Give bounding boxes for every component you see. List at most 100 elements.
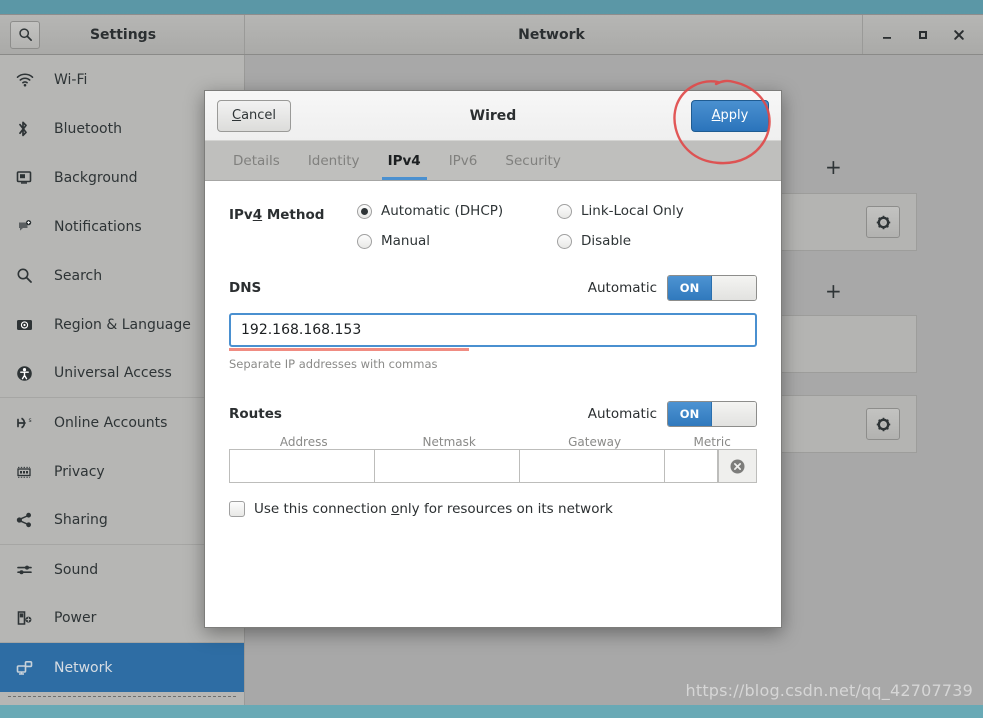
route-netmask-cell: [374, 450, 520, 482]
proxy-settings-button[interactable]: [866, 408, 900, 440]
checkbox-icon[interactable]: [229, 501, 245, 517]
sidebar-item-label: Privacy: [54, 463, 105, 480]
apply-label-rest: pply: [720, 108, 749, 123]
dns-heading: DNS: [229, 280, 262, 296]
search-button[interactable]: [10, 20, 40, 49]
tab-identity[interactable]: Identity: [294, 141, 374, 180]
tab-ipv4[interactable]: IPv4: [374, 141, 435, 180]
radio-disable[interactable]: Disable: [557, 233, 757, 249]
ipv4-method-label: IPv4 Method: [229, 203, 357, 223]
share-icon: [16, 510, 42, 530]
restrict-text-after: nly for resources on its network: [399, 501, 613, 517]
radio-mark-icon: [557, 203, 572, 219]
ipv4-method-row: IPv4 Method Automatic (DHCP) Link-Local …: [229, 203, 757, 249]
titlebar: Settings Network: [0, 15, 983, 55]
titlebar-right-section: Network: [245, 15, 983, 54]
routes-automatic-label: Automatic: [587, 406, 657, 422]
sidebar-item-label: Online Accounts: [54, 414, 168, 431]
bluetooth-icon: [16, 119, 42, 139]
wired-connection-dialog: Cancel Wired Apply Details Identity IPv4…: [204, 90, 782, 628]
sidebar-item-label: Sharing: [54, 512, 108, 528]
ipv4-tab-panel: IPv4 Method Automatic (DHCP) Link-Local …: [205, 181, 781, 627]
dns-section: DNS Automatic ON Separate IP addresses w…: [229, 275, 757, 371]
network-icon: [16, 658, 42, 678]
ipv4-method-accel-char: 4: [252, 207, 263, 223]
radio-mark-icon: [357, 233, 372, 249]
sidebar-item-label: Wi-Fi: [54, 71, 88, 88]
ipv4-method-label-prefix: IPv: [229, 207, 253, 223]
cancel-label-rest: ancel: [241, 108, 277, 123]
routes-toggle-knob: [712, 402, 756, 426]
ipv4-method-label-suffix: Method: [262, 207, 325, 223]
gear-icon: [876, 215, 890, 229]
tab-security[interactable]: Security: [491, 141, 574, 180]
route-metric-input[interactable]: [664, 450, 718, 482]
route-address-cell: [230, 450, 375, 482]
radio-automatic-dhcp[interactable]: Automatic (DHCP): [357, 203, 557, 219]
route-gateway-input[interactable]: [519, 450, 664, 482]
sidebar-item-label: Network: [54, 659, 113, 676]
routes-heading: Routes: [229, 406, 282, 422]
sidebar-item-label: Region & Language: [54, 316, 191, 333]
tab-ipv6[interactable]: IPv6: [435, 141, 492, 180]
route-gateway-cell: [519, 450, 665, 482]
sidebar-item-label: Power: [54, 610, 97, 626]
sidebar-item-label: Bluetooth: [54, 120, 122, 137]
battery-icon: [16, 608, 42, 628]
routes-column-headers: Address Netmask Gateway Metric: [229, 435, 757, 449]
routes-row: [229, 449, 757, 483]
dns-automatic-toggle[interactable]: ON: [667, 275, 757, 301]
sidebar-item-label: Universal Access: [54, 365, 172, 381]
cancel-button[interactable]: Cancel: [217, 99, 292, 132]
col-header-gateway: Gateway: [568, 435, 622, 449]
routes-automatic-toggle[interactable]: ON: [667, 401, 757, 427]
remove-circle-icon: [730, 459, 745, 473]
col-header-metric: Metric: [693, 435, 731, 449]
cancel-accel-char: C: [232, 108, 242, 123]
route-delete-button[interactable]: [718, 450, 756, 482]
notification-icon: [16, 217, 42, 237]
sidebar-item-label: Sound: [54, 561, 99, 578]
privacy-icon: [16, 462, 42, 482]
sidebar-item-label: Notifications: [54, 218, 142, 235]
route-netmask-input[interactable]: [374, 450, 519, 482]
tab-details[interactable]: Details: [219, 141, 294, 180]
radio-label: Link-Local Only: [581, 203, 684, 219]
route-address-input[interactable]: [230, 450, 374, 482]
panel-title: Network: [518, 26, 585, 43]
radio-manual[interactable]: Manual: [357, 233, 557, 249]
sidebar-item-label: Search: [54, 267, 103, 284]
routes-header-row: Routes Automatic ON: [229, 401, 757, 427]
apply-button[interactable]: Apply: [691, 99, 769, 132]
col-header-address: Address: [279, 435, 328, 449]
wifi-icon: [16, 70, 42, 90]
add-connection-button-wired[interactable]: +: [825, 157, 842, 177]
apply-accel-char: A: [711, 108, 721, 123]
app-title: Settings: [89, 26, 157, 43]
route-metric-cell: [664, 450, 719, 482]
wired-settings-button[interactable]: [866, 206, 900, 238]
sound-icon: [16, 560, 42, 580]
radio-mark-icon: [357, 203, 372, 219]
radio-link-local-only[interactable]: Link-Local Only: [557, 203, 757, 219]
svg-text:s: s: [29, 417, 32, 424]
add-connection-button-vpn[interactable]: +: [825, 281, 842, 301]
radio-label: Manual: [381, 233, 431, 249]
dns-servers-input[interactable]: [229, 313, 757, 347]
online-accounts-icon: s: [16, 413, 42, 433]
sidebar-item-network[interactable]: Network: [0, 643, 244, 692]
titlebar-left-section: Settings: [0, 15, 245, 54]
accessibility-icon: [16, 363, 42, 383]
watermark-text: https://blog.csdn.net/qq_42707739: [685, 681, 973, 700]
restrict-connection-checkbox-row[interactable]: Use this connection only for resources o…: [229, 501, 757, 517]
radio-label: Disable: [581, 233, 632, 249]
monitor-icon: [16, 168, 42, 188]
sidebar-focus-indicator: [8, 696, 236, 697]
dns-validation-underline: [229, 348, 469, 351]
routes-section: Routes Automatic ON Address Netmask Gate…: [229, 401, 757, 517]
globe-keyboard-icon: [16, 315, 42, 335]
dns-toggle-on-state: ON: [668, 276, 713, 300]
radio-mark-icon: [557, 233, 572, 249]
ipv4-method-options: Automatic (DHCP) Link-Local Only Manual …: [357, 203, 757, 249]
sidebar-item-label: Background: [54, 169, 138, 186]
